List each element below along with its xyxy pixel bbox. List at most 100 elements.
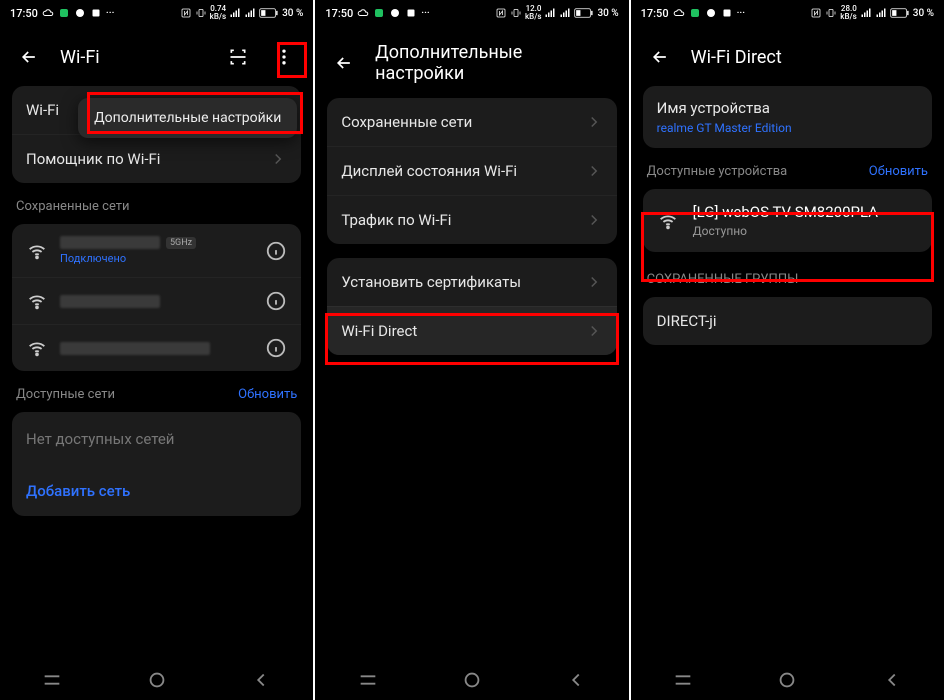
group-name: DIRECT-ji: [657, 312, 918, 330]
phone-screen-3: 17:50 ··· 28.0 kB/s 30 % Wi-Fi Direct: [631, 0, 944, 700]
signal2-icon: [559, 7, 571, 19]
status-bar: 17:50 ··· 12.0 kB/s 30 %: [315, 0, 628, 26]
row-label: Имя устройства: [657, 99, 770, 117]
nav-recent-button[interactable]: [670, 667, 696, 693]
back-button[interactable]: [329, 48, 359, 78]
nav-home-button[interactable]: [144, 667, 170, 693]
battery-icon: [259, 7, 279, 19]
section-label: СОХРАНЕННЫЕ ГРУППЫ: [647, 272, 799, 287]
section-saved-nets: Сохраненные сети: [12, 197, 301, 224]
phone-screen-2: 17:50 ··· 12.0 kB/s 30 % Дополнитель: [315, 0, 628, 700]
cloud-icon: [357, 7, 369, 19]
net-speed: 0.74 kB/s: [210, 5, 226, 21]
info-icon[interactable]: [265, 240, 287, 262]
page-title: Wi-Fi Direct: [691, 47, 782, 68]
info-icon[interactable]: [265, 290, 287, 312]
row-install-certs[interactable]: Установить сертификаты: [327, 258, 616, 306]
cloud-icon: [42, 7, 54, 19]
navbar: [631, 660, 944, 700]
connection-status: Подключено: [60, 252, 253, 265]
back-button[interactable]: [14, 42, 44, 72]
header: Wi-Fi: [0, 26, 313, 86]
section-label: Сохраненные сети: [16, 199, 130, 214]
status-bar: 17:50 ··· 28.0 kB/s 30 %: [631, 0, 944, 26]
wifi-5g-icon: [26, 240, 48, 262]
status-time: 17:50: [325, 7, 353, 20]
row-traffic[interactable]: Трафик по Wi-Fi: [327, 195, 616, 244]
network-row[interactable]: [12, 277, 301, 324]
vibrate-icon: [195, 7, 207, 19]
row-wifi-assistant[interactable]: Помощник по Wi-Fi: [12, 134, 301, 183]
battery-percent: 30 %: [282, 8, 303, 19]
app2-icon: [389, 7, 401, 19]
back-button[interactable]: [645, 42, 675, 72]
row-label: Помощник по Wi-Fi: [26, 150, 269, 168]
card-device-name: Имя устройства realme GT Master Edition: [643, 86, 932, 148]
app3-icon: [721, 7, 733, 19]
row-label: Wi-Fi Direct: [341, 322, 584, 340]
ssid-blurred: [60, 236, 160, 249]
dropdown-item-advanced[interactable]: Дополнительные настройки: [94, 110, 281, 126]
nav-recent-button[interactable]: [355, 667, 381, 693]
signal-icon: [544, 7, 556, 19]
wifi-lock-icon: [26, 337, 48, 359]
device-row[interactable]: [LG] webOS TV SM8200PLA Доступно: [643, 189, 932, 252]
row-display-status[interactable]: Дисплей состояния Wi-Fi: [327, 146, 616, 195]
vibrate-icon: [510, 7, 522, 19]
net-speed: 12.0 kB/s: [525, 5, 541, 21]
content: Wi-Fi Помощник по Wi-Fi Сохраненные сети: [0, 86, 313, 660]
section-available-devices: Доступные устройства Обновить: [643, 162, 932, 189]
phone-screen-1: 17:50 ··· 0.74 kB/s: [0, 0, 313, 700]
signal-icon: [229, 7, 241, 19]
more-menu-button[interactable]: [269, 42, 299, 72]
status-time: 17:50: [641, 7, 669, 20]
nav-home-button[interactable]: [459, 667, 485, 693]
page-title: Wi-Fi: [60, 47, 100, 68]
chevron-right-icon: [585, 211, 603, 229]
nav-back-button[interactable]: [248, 667, 274, 693]
app1-icon: [58, 7, 70, 19]
chevron-right-icon: [585, 273, 603, 291]
wifi-icon: [657, 210, 679, 232]
app3-icon: [405, 7, 417, 19]
navbar: [0, 660, 313, 700]
device-name-value: realme GT Master Edition: [657, 121, 792, 135]
network-row[interactable]: [12, 324, 301, 371]
refresh-link[interactable]: Обновить: [238, 387, 297, 402]
app3-icon: [90, 7, 102, 19]
nav-back-button[interactable]: [879, 667, 905, 693]
row-wifi-direct[interactable]: Wi-Fi Direct: [327, 306, 616, 355]
section-available-nets: Доступные сети Обновить: [12, 385, 301, 412]
qr-scan-button[interactable]: [223, 42, 253, 72]
dropdown-menu: Дополнительные настройки: [78, 98, 297, 138]
chevron-right-icon: [585, 322, 603, 340]
signal2-icon: [244, 7, 256, 19]
ssid-blurred: [60, 295, 160, 308]
add-network-link[interactable]: Добавить сеть: [12, 466, 301, 516]
refresh-link[interactable]: Обновить: [869, 164, 928, 179]
row-device-name[interactable]: Имя устройства realme GT Master Edition: [643, 86, 932, 148]
status-bar: 17:50 ··· 0.74 kB/s: [0, 0, 313, 26]
app1-icon: [373, 7, 385, 19]
cloud-icon: [673, 7, 685, 19]
ssid-blurred: [60, 342, 210, 355]
nav-home-button[interactable]: [774, 667, 800, 693]
row-saved-networks[interactable]: Сохраненные сети: [327, 98, 616, 146]
no-networks-text: Нет доступных сетей: [12, 412, 301, 466]
nfc-icon: [495, 7, 507, 19]
row-group[interactable]: DIRECT-ji: [643, 297, 932, 345]
net-speed: 28.0 kB/s: [840, 5, 856, 21]
nav-back-button[interactable]: [563, 667, 589, 693]
battery-icon: [574, 7, 594, 19]
battery-percent: 30 %: [597, 8, 618, 19]
network-row[interactable]: 5GHz Подключено: [12, 224, 301, 277]
page-title: Дополнительные настройки: [375, 42, 614, 84]
card-group-2: Установить сертификаты Wi-Fi Direct: [327, 258, 616, 355]
row-label: Сохраненные сети: [341, 113, 584, 131]
card-available-networks: Нет доступных сетей Добавить сеть: [12, 412, 301, 516]
nav-recent-button[interactable]: [39, 667, 65, 693]
vibrate-icon: [825, 7, 837, 19]
battery-percent: 30 %: [913, 8, 934, 19]
info-icon[interactable]: [265, 337, 287, 359]
navbar: [315, 660, 628, 700]
